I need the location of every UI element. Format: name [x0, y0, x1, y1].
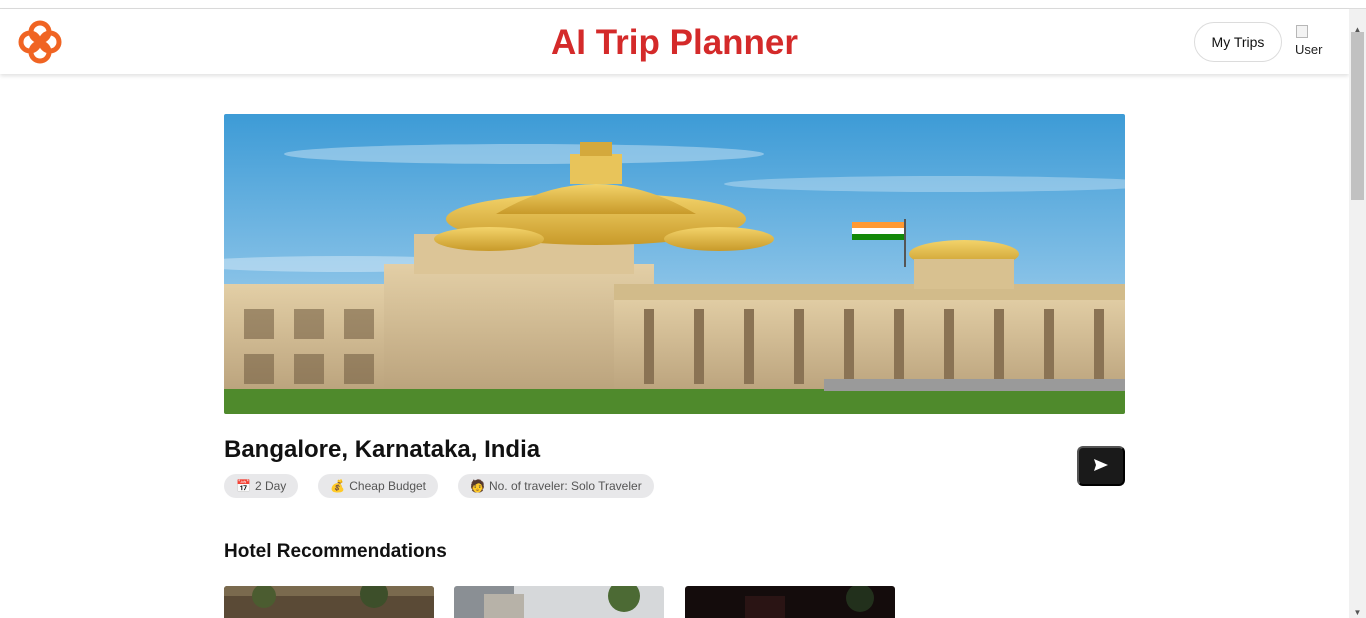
trip-info-chips: 📅 2 Day 💰 Cheap Budget 🧑 No. of traveler… [224, 474, 654, 498]
app-title: AI Trip Planner [551, 23, 798, 62]
page-scrollbar[interactable]: ▲ ▼ [1349, 9, 1366, 618]
avatar[interactable]: User [1294, 24, 1330, 62]
share-button[interactable] [1077, 446, 1125, 486]
chip-days: 📅 2 Day [224, 474, 299, 498]
scroll-down-arrow-icon[interactable]: ▼ [1349, 606, 1366, 618]
avatar-alt-text: User [1295, 42, 1323, 57]
hotel-card-image[interactable] [224, 586, 434, 618]
my-trips-button[interactable]: My Trips [1194, 22, 1282, 62]
chip-budget-label: Cheap Budget [349, 479, 426, 493]
traveler-icon: 🧑 [470, 479, 485, 493]
chip-travelers-label: No. of traveler: Solo Traveler [488, 479, 642, 493]
destination-hero-image [224, 114, 1125, 414]
scroll-thumb[interactable] [1351, 32, 1364, 200]
destination-name: Bangalore, Karnataka, India [224, 436, 541, 463]
money-bag-icon: 💰 [330, 479, 346, 493]
chip-travelers: 🧑 No. of traveler: Solo Traveler [458, 474, 654, 498]
chip-days-label: 2 Day [254, 479, 287, 493]
hotel-card-image[interactable] [685, 586, 895, 618]
hotel-card-image[interactable] [454, 586, 664, 618]
browser-top-edge [0, 0, 1366, 9]
calendar-icon: 📅 [236, 479, 251, 493]
chip-budget: 💰 Cheap Budget [318, 474, 438, 498]
send-icon [1094, 458, 1108, 474]
broken-image-icon [1296, 25, 1308, 38]
hotel-section-title: Hotel Recommendations [224, 541, 447, 562]
app-header: AI Trip Planner My Trips User [0, 9, 1349, 74]
